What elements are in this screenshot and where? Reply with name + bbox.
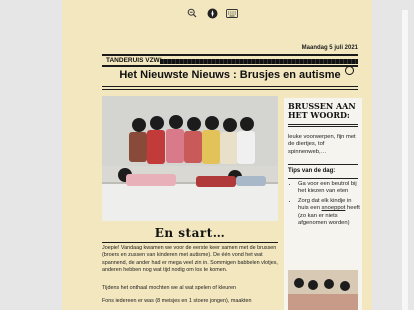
- blurred-face: [150, 116, 164, 130]
- underlined-word: snoeppot: [321, 205, 346, 212]
- viewer-scroll-edge[interactable]: [402, 10, 408, 310]
- section-rule: [102, 242, 278, 243]
- sidebar-quote: leuke voorwerpen, fijn met de diertjes, …: [288, 134, 356, 155]
- keyboard-icon[interactable]: [226, 7, 238, 19]
- blurred-face: [240, 117, 254, 131]
- blurred-face: [205, 116, 219, 130]
- blurred-face: [132, 118, 146, 132]
- header-rule-bottom: [102, 65, 358, 67]
- group-photo: [102, 96, 278, 221]
- zoom-out-icon[interactable]: [186, 7, 198, 19]
- tips-title: Tips van de dag:: [288, 168, 336, 174]
- sidebar-rule: [288, 164, 358, 165]
- newspaper-date: Maandag 5 juli 2021: [301, 45, 358, 51]
- tips-list: Ga voor een beutrol bij het kiezen van e…: [288, 181, 360, 229]
- sidebar-box: BRUSSEN AAN HET WOORD: leuke voorwerpen,…: [284, 98, 362, 310]
- newspaper-page: Maandag 5 juli 2021 TANDERUIS VZW/ Het N…: [62, 0, 372, 310]
- tip-item: Zorg dat elk kindje in huis een snoeppot…: [298, 198, 360, 228]
- sidebar-rule: [288, 178, 358, 179]
- article-paragraph: Fons iedereen er was (8 meisjes en 1 sto…: [102, 298, 252, 304]
- headline: Het Nieuwste Nieuws : Brusjes en autisme: [119, 69, 341, 81]
- article-paragraph: Joepie! Vandaag kwamen we voor de eerste…: [102, 245, 278, 274]
- sidebar-rule: [288, 126, 358, 127]
- section-title: En start…: [154, 226, 226, 240]
- sidebar-rule: [288, 124, 358, 125]
- headline-rule-2: [102, 89, 358, 90]
- viewer-left-margin: [0, 0, 62, 310]
- sidebar-title: BRUSSEN AAN HET WOORD:: [288, 101, 356, 120]
- blurred-face: [169, 115, 183, 129]
- headline-rule-1: [102, 86, 358, 87]
- sidebar-photo: [288, 270, 358, 310]
- tip-item: Ga voor een beutrol bij het kiezen van e…: [298, 181, 360, 196]
- blurred-face: [223, 118, 237, 132]
- header-rule-top: [102, 54, 358, 56]
- blurred-face: [187, 117, 201, 131]
- compass-icon[interactable]: [206, 7, 218, 19]
- publisher-name: TANDERUIS VZW/: [106, 57, 162, 64]
- article-paragraph: Tijdens het onthaal mochten we al wat sp…: [102, 285, 237, 291]
- redacted-text-bar: [160, 59, 358, 64]
- viewer-toolbar: [186, 6, 238, 20]
